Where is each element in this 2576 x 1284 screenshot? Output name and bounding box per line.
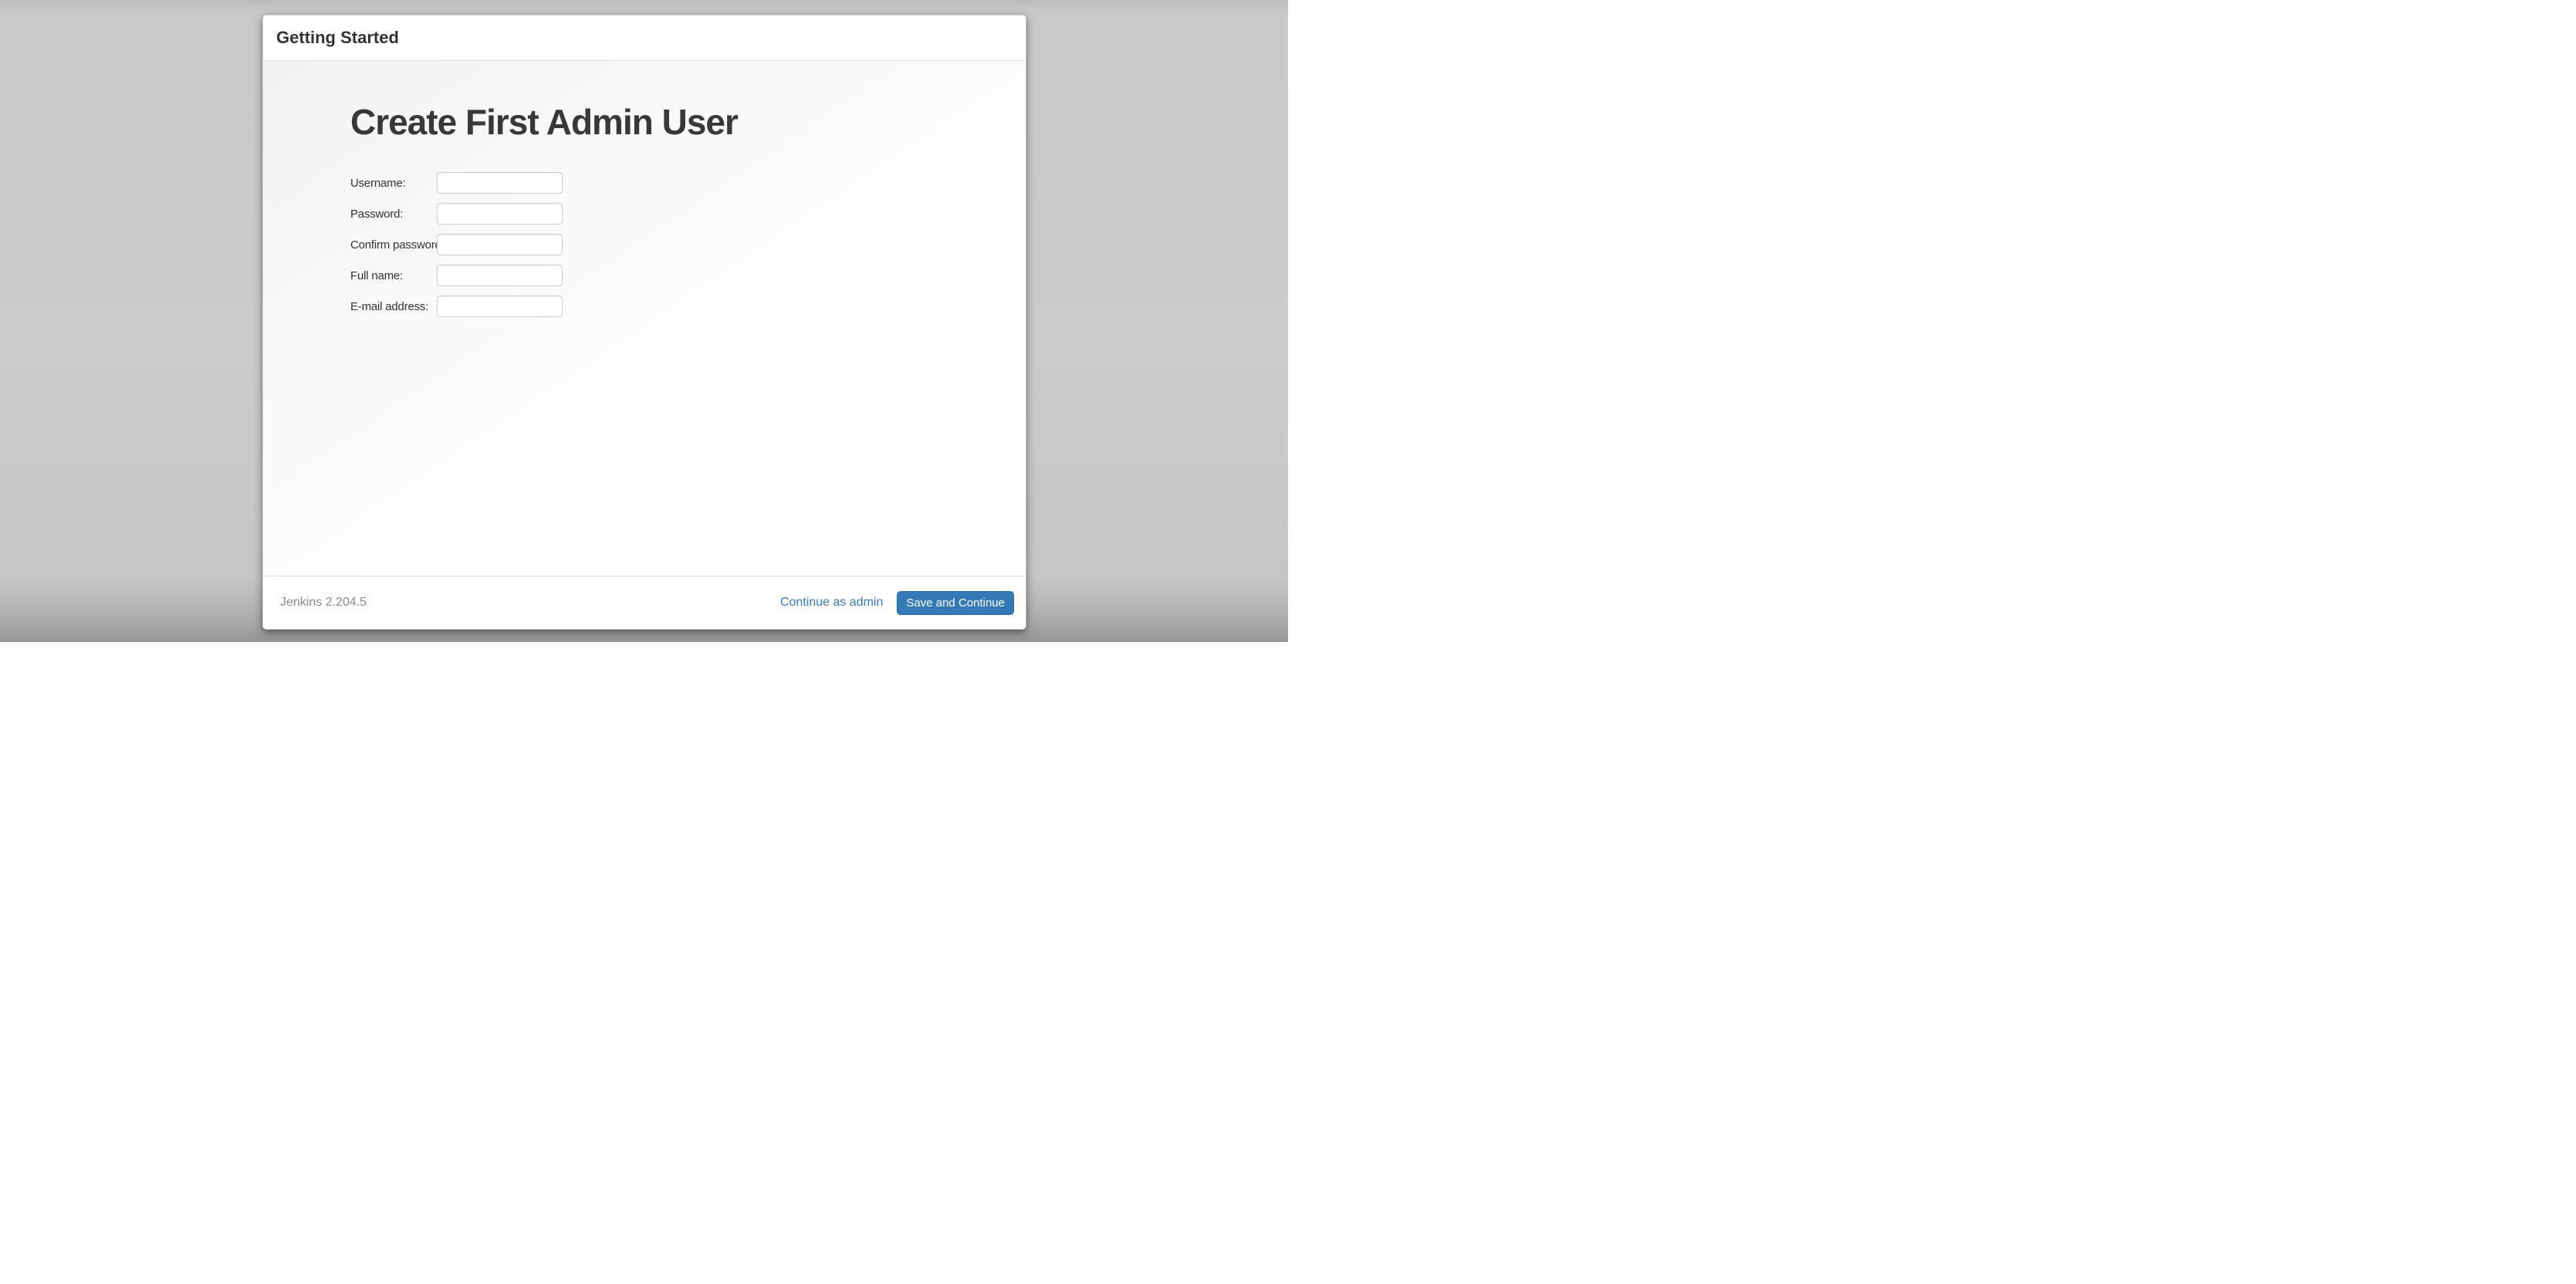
save-and-continue-button[interactable]: Save and Continue [897, 591, 1014, 615]
full-name-input[interactable] [437, 265, 563, 286]
continue-as-admin-link[interactable]: Continue as admin [780, 596, 883, 610]
page-title: Create First Admin User [350, 101, 995, 143]
password-row: Password: [350, 203, 995, 225]
username-label: Username: [350, 177, 437, 190]
username-input[interactable] [437, 172, 563, 194]
full-name-label: Full name: [350, 269, 437, 282]
full-name-row: Full name: [350, 265, 995, 286]
confirm-password-input[interactable] [437, 234, 563, 255]
email-label: E-mail address: [350, 300, 437, 313]
dialog-footer: Jenkins 2.204.5 Continue as admin Save a… [263, 576, 1026, 629]
email-row: E-mail address: [350, 296, 995, 317]
confirm-password-row: Confirm password: [350, 234, 995, 255]
dialog-title: Getting Started [276, 28, 399, 48]
admin-user-form: Username: Password: Confirm password: Fu… [350, 172, 995, 317]
password-input[interactable] [437, 203, 563, 225]
jenkins-version-label: Jenkins 2.204.5 [280, 596, 367, 610]
dialog-body: Create First Admin User Username: Passwo… [263, 61, 1026, 576]
username-row: Username: [350, 172, 995, 194]
email-input[interactable] [437, 296, 563, 317]
getting-started-dialog: Getting Started Create First Admin User … [262, 15, 1026, 630]
dialog-header: Getting Started [263, 15, 1026, 61]
page-background: Getting Started Create First Admin User … [0, 0, 1288, 642]
confirm-password-label: Confirm password: [350, 238, 437, 252]
password-label: Password: [350, 208, 437, 221]
